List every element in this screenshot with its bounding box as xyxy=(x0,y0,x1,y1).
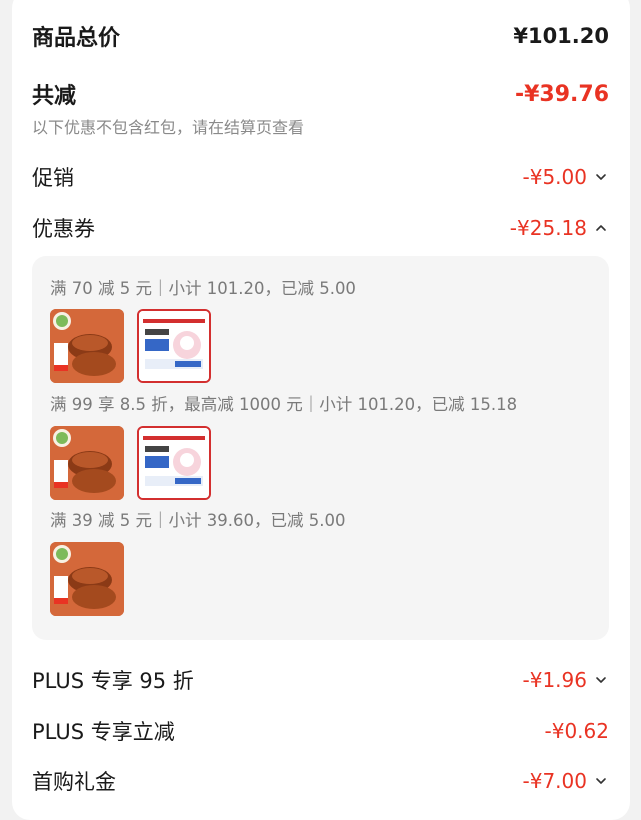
plus-95-amount: -¥1.96 xyxy=(523,668,609,692)
plus-95-label: PLUS 专享 95 折 xyxy=(32,669,194,693)
coupon-amount: -¥25.18 xyxy=(510,216,609,240)
product-thumbnail-cake[interactable] xyxy=(50,426,124,500)
chevron-down-icon[interactable] xyxy=(593,672,609,688)
coupon-detail-text: 满 39 减 5 元｜小计 39.60，已减 5.00 xyxy=(50,511,346,530)
product-thumbnail-cake[interactable] xyxy=(50,542,124,616)
plus-95-value: -¥1.96 xyxy=(522,668,587,692)
coupon-detail-text: 满 70 减 5 元｜小计 101.20，已减 5.00 xyxy=(50,279,356,298)
plus-95-row[interactable]: PLUS 专享 95 折 -¥1.96 xyxy=(32,665,609,695)
plus-cut-value: -¥0.62 xyxy=(544,719,609,743)
total-discount-label: 共减 xyxy=(32,84,77,109)
first-gift-amount: -¥7.00 xyxy=(523,769,609,793)
chevron-up-icon[interactable] xyxy=(593,220,609,236)
first-gift-value: -¥7.00 xyxy=(522,769,587,793)
plus-cut-label: PLUS 专享立减 xyxy=(32,720,175,744)
total-price-label: 商品总价 xyxy=(32,26,121,51)
product-thumbnail-drink[interactable] xyxy=(137,309,211,383)
product-thumbnail-cake[interactable] xyxy=(50,309,124,383)
first-gift-row[interactable]: 首购礼金 -¥7.00 xyxy=(32,766,609,796)
total-price-value: ¥101.20 xyxy=(513,24,609,48)
total-price-row: 商品总价 ¥101.20 xyxy=(32,20,609,52)
promo-amount: -¥5.00 xyxy=(523,165,609,189)
promo-label: 促销 xyxy=(32,166,74,190)
chevron-down-icon[interactable] xyxy=(593,169,609,185)
coupon-label: 优惠券 xyxy=(32,217,95,241)
total-discount-row: 共减 -¥39.76 xyxy=(32,78,609,110)
coupon-value: -¥25.18 xyxy=(509,216,587,240)
product-thumbnail-drink[interactable] xyxy=(137,426,211,500)
first-gift-label: 首购礼金 xyxy=(32,770,116,794)
coupon-detail-text: 满 99 享 8.5 折，最高减 1000 元｜小计 101.20，已减 15.… xyxy=(50,395,518,414)
coupon-detail-panel: 满 70 减 5 元｜小计 101.20，已减 5.00 满 99 享 8.5 … xyxy=(32,256,609,640)
discount-note: 以下优惠不包含红包，请在结算页查看 xyxy=(32,118,305,137)
promo-row[interactable]: 促销 -¥5.00 xyxy=(32,162,609,192)
chevron-down-icon[interactable] xyxy=(593,773,609,789)
promo-value: -¥5.00 xyxy=(522,165,587,189)
total-discount-value: -¥39.76 xyxy=(514,81,609,107)
coupon-row[interactable]: 优惠券 -¥25.18 xyxy=(32,213,609,243)
plus-cut-row: PLUS 专享立减 -¥0.62 xyxy=(32,716,609,746)
